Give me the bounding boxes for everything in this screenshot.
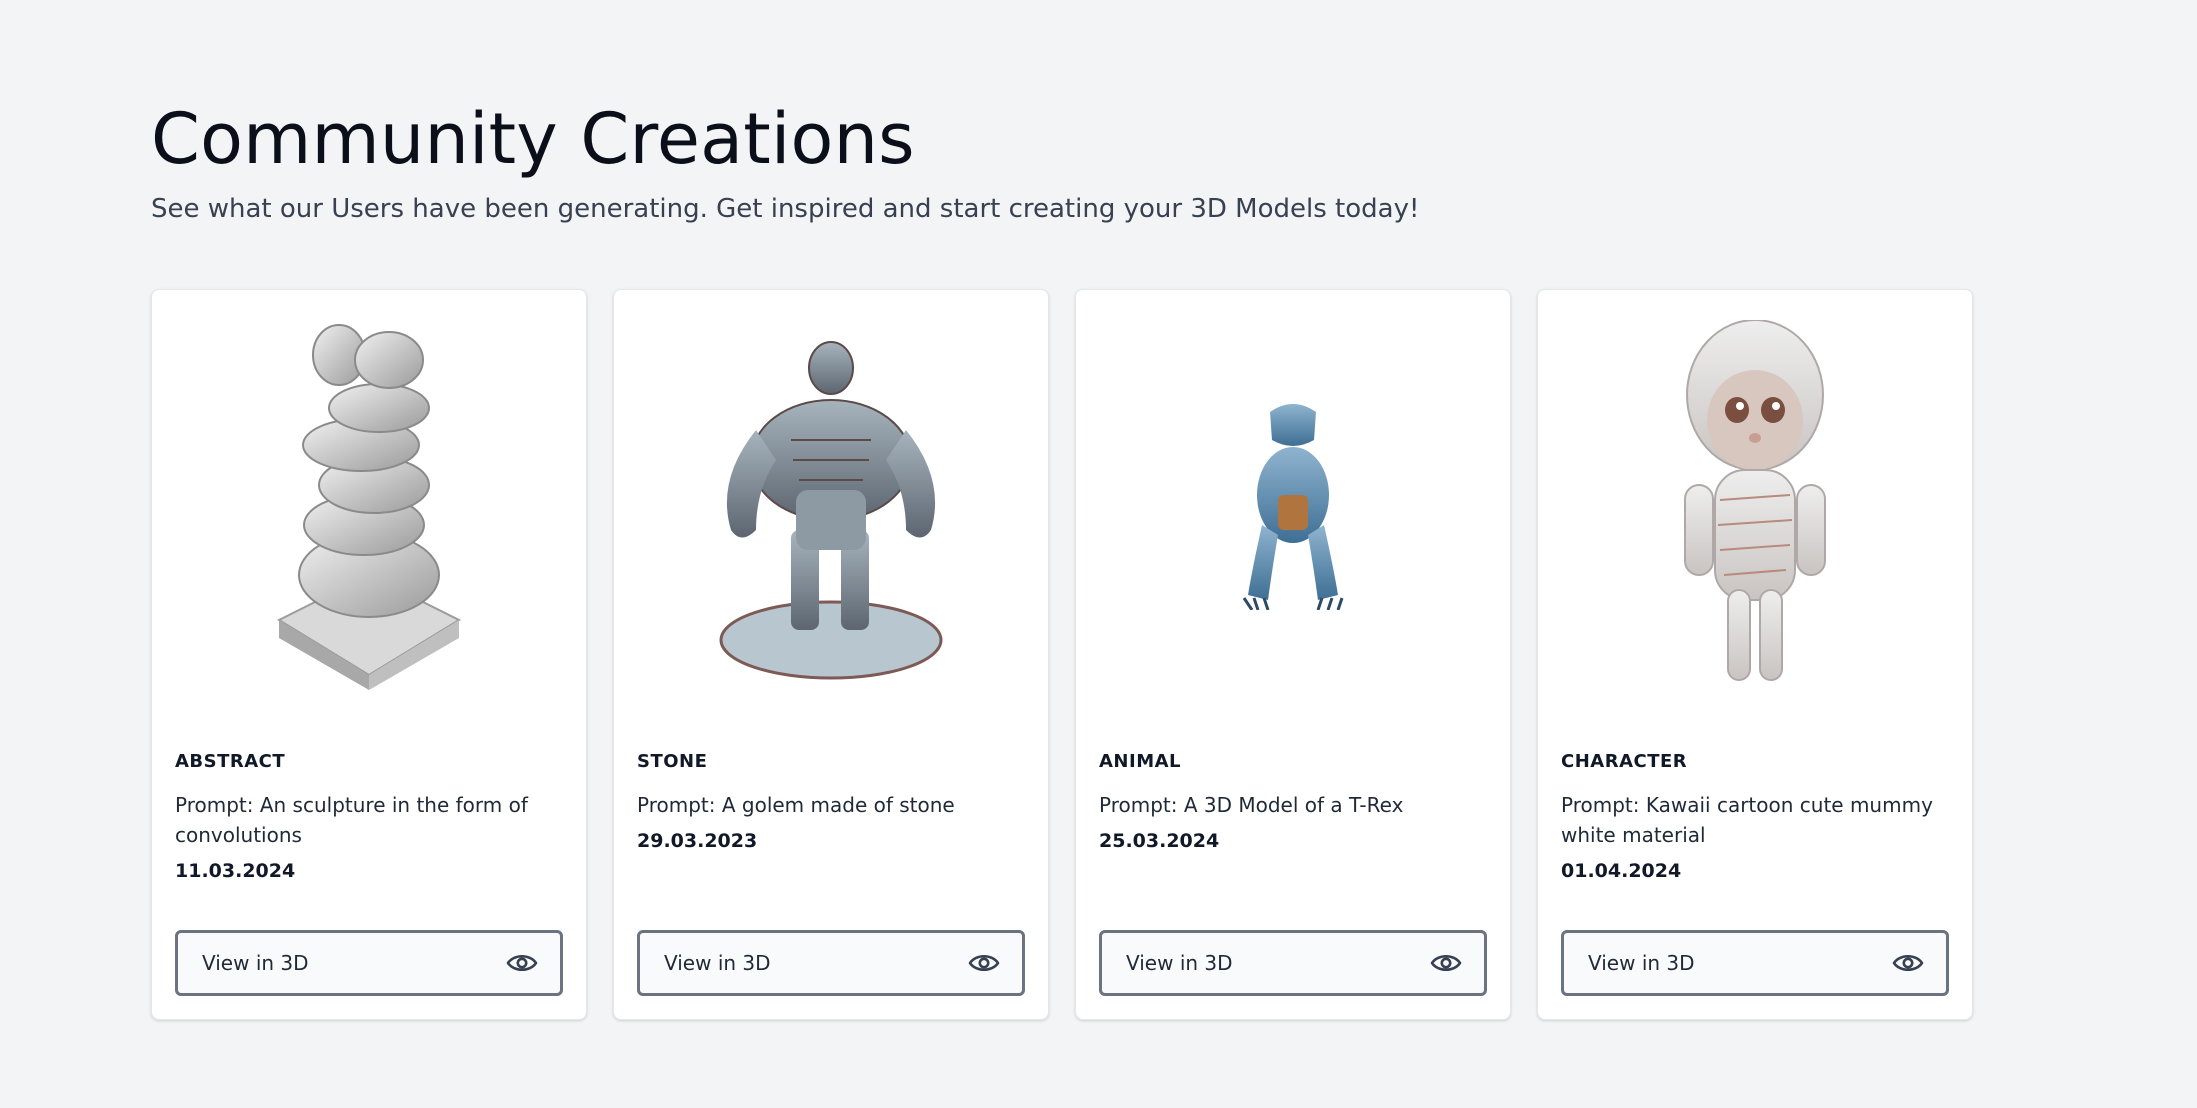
view-in-3d-button[interactable]: View in 3D (637, 930, 1025, 996)
card-category: ABSTRACT (175, 751, 286, 772)
card-date: 29.03.2023 (637, 830, 758, 852)
card-prompt: Prompt: A golem made of stone (637, 793, 955, 817)
t-rex-image (1076, 290, 1510, 720)
page-title: Community Creations (151, 98, 915, 180)
card-prompt: Prompt: Kawaii cartoon cute mummy white … (1561, 793, 1933, 847)
eye-icon (1892, 947, 1924, 979)
eye-icon (506, 947, 538, 979)
model-card-character: CHARACTER Prompt: Kawaii cartoon cute mu… (1537, 289, 1973, 1020)
model-card-stone: STONE Prompt: A golem made of stone 29.0… (613, 289, 1049, 1020)
card-category: CHARACTER (1561, 751, 1688, 772)
eye-icon (1430, 947, 1462, 979)
stone-golem-image (614, 290, 1048, 720)
card-category: ANIMAL (1099, 751, 1182, 772)
kawaii-mummy-image (1538, 290, 1972, 720)
view-in-3d-label: View in 3D (1588, 951, 1695, 975)
abstract-sculpture-image (152, 290, 586, 720)
view-in-3d-button[interactable]: View in 3D (1099, 930, 1487, 996)
model-card-abstract: ABSTRACT Prompt: An sculpture in the for… (151, 289, 587, 1020)
card-prompt: Prompt: A 3D Model of a T-Rex (1099, 793, 1404, 817)
view-in-3d-label: View in 3D (1126, 951, 1233, 975)
model-card-grid: ABSTRACT Prompt: An sculpture in the for… (151, 289, 1973, 1020)
view-in-3d-label: View in 3D (202, 951, 309, 975)
card-prompt: Prompt: An sculpture in the form of conv… (175, 793, 528, 847)
card-date: 25.03.2024 (1099, 830, 1220, 852)
page-subtitle: See what our Users have been generating.… (151, 194, 1420, 224)
eye-icon (968, 947, 1000, 979)
view-in-3d-button[interactable]: View in 3D (1561, 930, 1949, 996)
view-in-3d-label: View in 3D (664, 951, 771, 975)
card-date: 11.03.2024 (175, 860, 296, 882)
model-card-animal: ANIMAL Prompt: A 3D Model of a T-Rex 25.… (1075, 289, 1511, 1020)
card-category: STONE (637, 751, 708, 772)
card-date: 01.04.2024 (1561, 860, 1682, 882)
view-in-3d-button[interactable]: View in 3D (175, 930, 563, 996)
